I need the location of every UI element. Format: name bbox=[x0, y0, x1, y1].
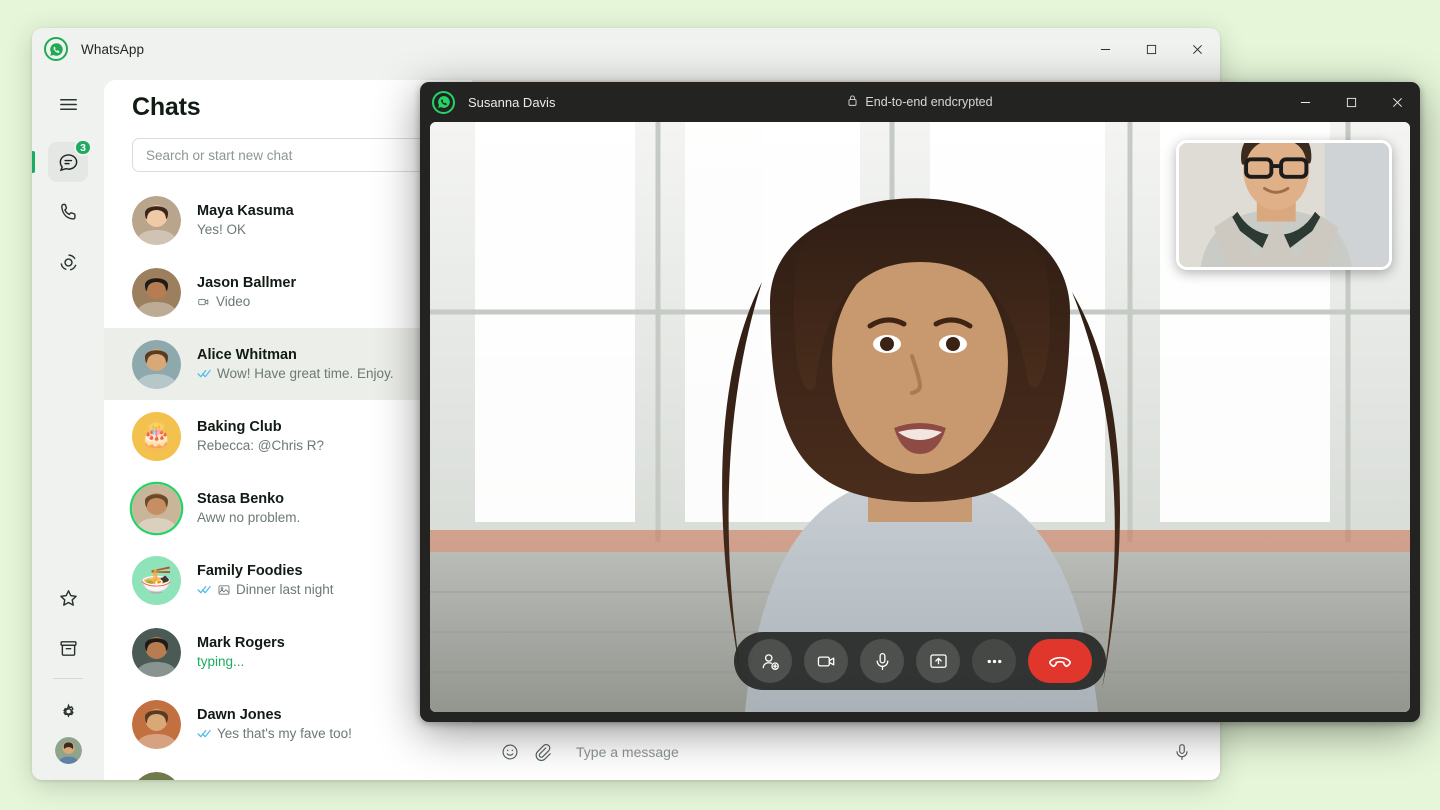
photo-icon bbox=[217, 583, 231, 597]
sidebar-item-starred[interactable] bbox=[48, 578, 88, 618]
whatsapp-logo-icon bbox=[432, 90, 455, 114]
chat-item-preview-text: typing... bbox=[197, 654, 245, 669]
call-close-button[interactable] bbox=[1374, 82, 1420, 122]
avatar bbox=[132, 483, 181, 533]
self-view-thumbnail[interactable] bbox=[1176, 140, 1392, 270]
avatar bbox=[132, 771, 181, 780]
chat-item-preview-text: Yes! OK bbox=[197, 222, 247, 237]
avatar: 🎂 bbox=[132, 411, 181, 461]
read-receipt-icon bbox=[197, 584, 212, 595]
avatar bbox=[132, 267, 181, 317]
profile-avatar[interactable] bbox=[54, 737, 82, 764]
minimize-button[interactable] bbox=[1082, 28, 1128, 70]
encryption-label: End-to-end endcrypted bbox=[865, 95, 993, 109]
avatar bbox=[132, 339, 181, 389]
hamburger-menu-icon[interactable] bbox=[48, 84, 88, 124]
call-controls-bar bbox=[734, 632, 1106, 690]
video-camera-icon[interactable] bbox=[804, 639, 848, 683]
maximize-button[interactable] bbox=[1128, 28, 1174, 70]
chat-item-preview-text: Video bbox=[216, 294, 251, 309]
lock-icon bbox=[847, 94, 858, 110]
avatar bbox=[132, 195, 181, 245]
more-options-icon[interactable] bbox=[972, 639, 1016, 683]
sidebar-item-chats[interactable]: 3 bbox=[32, 139, 92, 182]
chats-unread-badge: 3 bbox=[74, 139, 92, 156]
call-minimize-button[interactable] bbox=[1282, 82, 1328, 122]
video-call-window: Susanna Davis End-to-end endcrypted bbox=[420, 82, 1420, 722]
chat-item-preview-text: Dinner last night bbox=[236, 582, 334, 597]
sidebar-item-settings[interactable] bbox=[48, 691, 88, 731]
share-screen-icon[interactable] bbox=[916, 639, 960, 683]
call-window-controls bbox=[1282, 82, 1420, 122]
window-controls bbox=[1082, 28, 1220, 70]
message-input[interactable] bbox=[576, 743, 1166, 760]
video-stage bbox=[430, 122, 1410, 712]
avatar bbox=[132, 627, 181, 677]
navigation-rail: 3 bbox=[32, 70, 104, 780]
chat-item-preview-text: Yes that's my fave too! bbox=[217, 726, 352, 741]
message-composer bbox=[472, 722, 1220, 780]
read-receipt-icon bbox=[197, 368, 212, 379]
rail-divider bbox=[53, 678, 83, 679]
encryption-status: End-to-end endcrypted bbox=[420, 94, 1420, 110]
microphone-icon[interactable] bbox=[1166, 736, 1198, 768]
call-peer-name: Susanna Davis bbox=[468, 94, 556, 110]
paperclip-icon[interactable] bbox=[526, 736, 558, 768]
add-participant-icon[interactable] bbox=[748, 639, 792, 683]
video-camera-icon bbox=[197, 295, 211, 309]
window-titlebar: WhatsApp bbox=[32, 28, 1220, 70]
whatsapp-logo-icon bbox=[44, 37, 68, 61]
close-button[interactable] bbox=[1174, 28, 1220, 70]
sidebar-item-archived[interactable] bbox=[48, 628, 88, 668]
end-call-icon[interactable] bbox=[1028, 639, 1092, 683]
chat-item-preview-text: Wow! Have great time. Enjoy. bbox=[217, 366, 394, 381]
page-title: Chats bbox=[132, 92, 201, 121]
avatar: 🍜 bbox=[132, 555, 181, 605]
emoji-smiley-icon[interactable] bbox=[494, 736, 526, 768]
microphone-icon[interactable] bbox=[860, 639, 904, 683]
read-receipt-icon bbox=[197, 728, 212, 739]
app-title: WhatsApp bbox=[81, 41, 145, 57]
sidebar-item-calls[interactable] bbox=[48, 192, 88, 232]
chat-item-preview-text: Aww no problem. bbox=[197, 510, 301, 525]
avatar bbox=[132, 699, 181, 749]
sidebar-item-status[interactable] bbox=[48, 242, 88, 282]
chat-item-preview-text: Rebecca: @Chris R? bbox=[197, 438, 324, 453]
call-titlebar: Susanna Davis End-to-end endcrypted bbox=[420, 82, 1420, 122]
call-maximize-button[interactable] bbox=[1328, 82, 1374, 122]
